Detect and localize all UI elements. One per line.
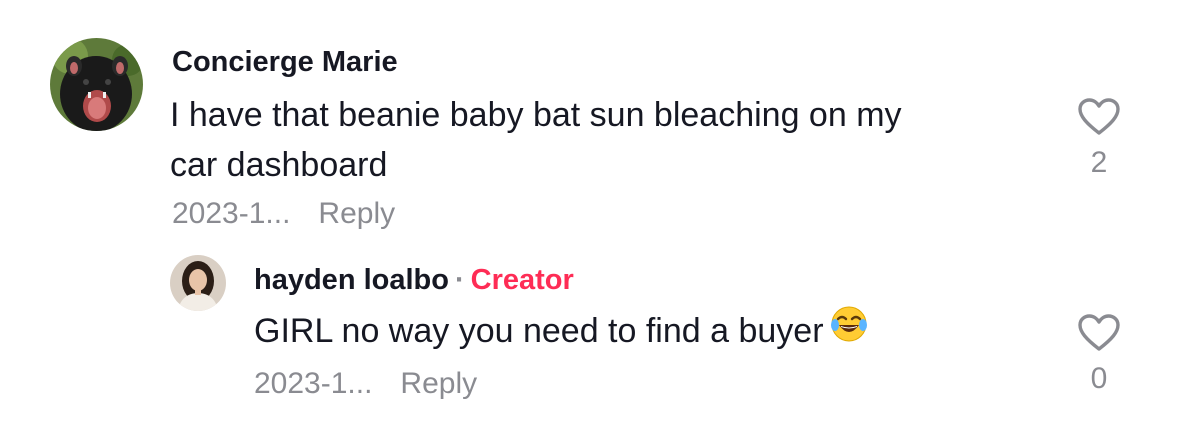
reply-text-content: GIRL no way you need to find a buyer [254, 312, 824, 350]
face-with-tears-of-joy-icon [830, 305, 868, 355]
like-count: 2 [1090, 146, 1108, 179]
creator-badge: Creator [470, 264, 574, 296]
comment-username[interactable]: Concierge Marie [172, 46, 398, 79]
comment-date: 2023-1... [172, 197, 291, 230]
user-avatar[interactable] [50, 38, 143, 131]
reply-button[interactable]: Reply [318, 197, 395, 230]
heart-icon [1078, 98, 1120, 135]
reply-text: GIRL no way you need to find a buyer [254, 305, 868, 358]
comment-text: I have that beanie baby bat sun bleachin… [170, 90, 1050, 190]
comment-text-line: car dashboard [170, 146, 388, 184]
reply-item: hayden loalbo · Creator GIRL no way you ne… [0, 240, 1200, 425]
reply-username[interactable]: hayden loalbo [254, 264, 449, 296]
tasmanian-devil-avatar [50, 38, 143, 131]
reply-button[interactable]: Reply [400, 367, 477, 400]
like-button[interactable]: 0 [1069, 314, 1129, 396]
user-avatar[interactable] [170, 255, 226, 311]
separator-dot: · [454, 264, 465, 296]
heart-icon [1078, 314, 1120, 351]
comment-item: Concierge Marie I have that beanie baby … [0, 0, 1200, 240]
reply-date: 2023-1... [254, 367, 373, 400]
comment-text-line: I have that beanie baby bat sun bleachin… [170, 96, 902, 134]
reply-username-row: hayden loalbo · Creator [254, 264, 574, 297]
comment-meta: 2023-1... Reply [172, 197, 395, 231]
like-count: 0 [1090, 362, 1108, 395]
woman-portrait-avatar [170, 255, 226, 311]
reply-meta: 2023-1... Reply [254, 367, 477, 401]
like-button[interactable]: 2 [1069, 98, 1129, 180]
